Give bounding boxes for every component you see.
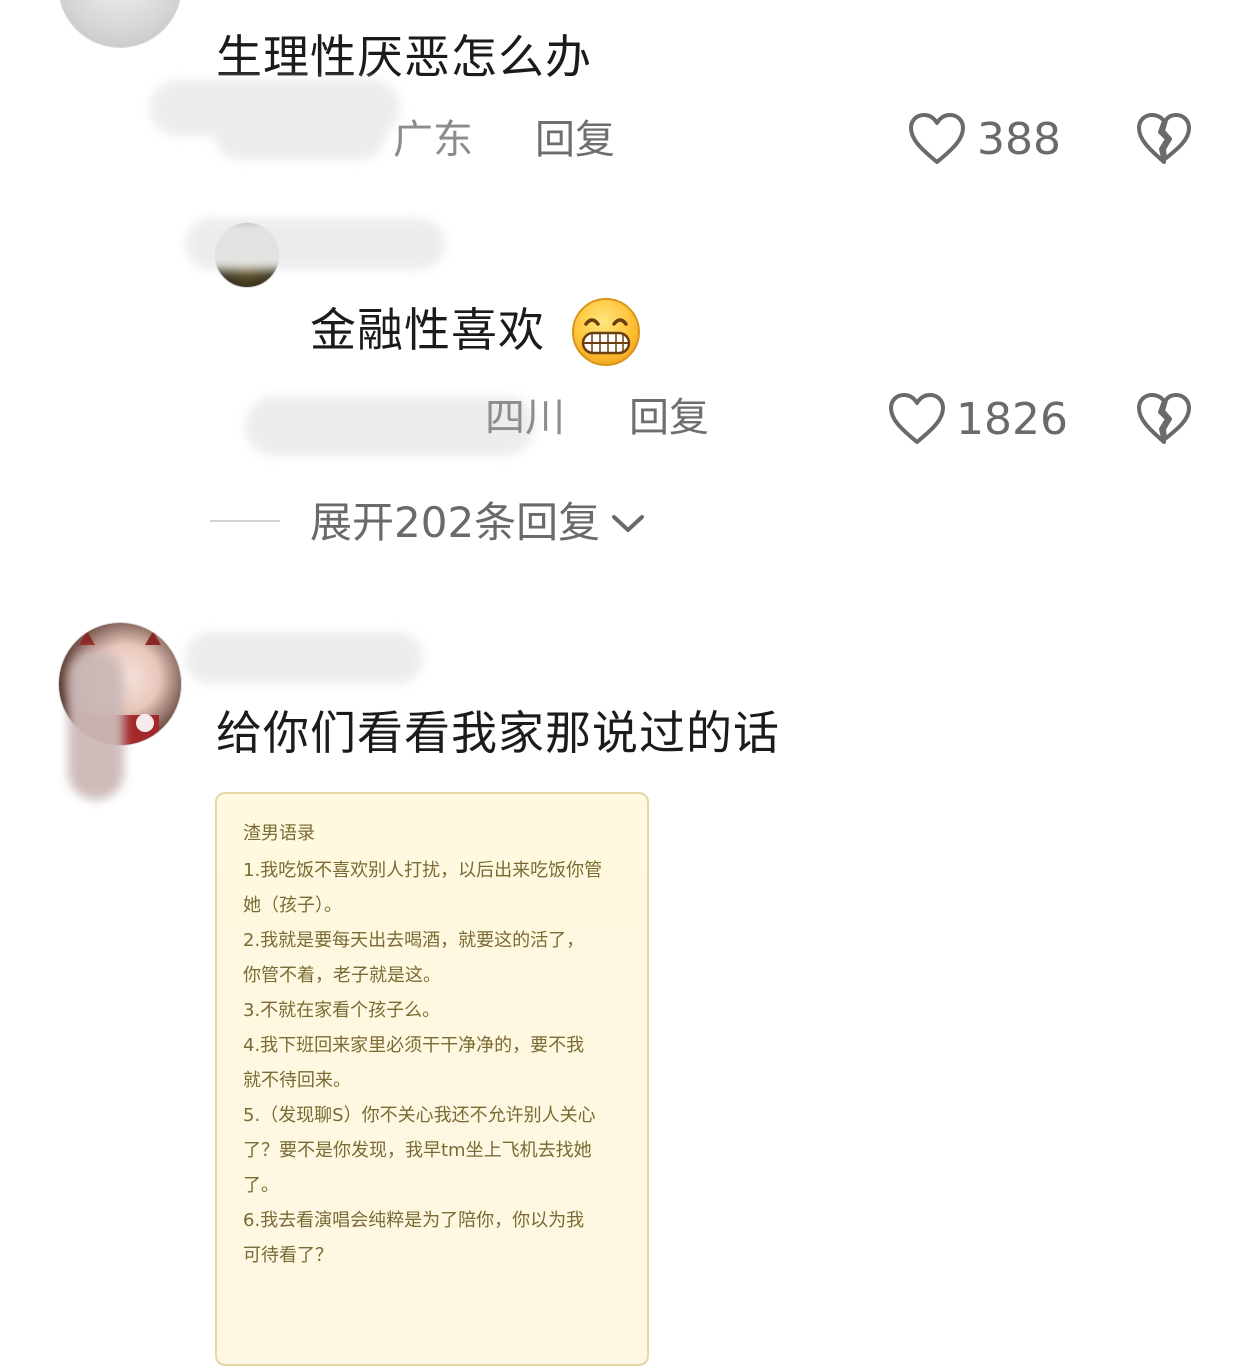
like-button-2[interactable] <box>888 392 948 448</box>
note-line: 6.我去看演唱会纯粹是为了陪你，你以为我 <box>243 1210 585 1231</box>
note-line: 就不待回来。 <box>243 1070 351 1091</box>
dislike-button-1[interactable] <box>1136 112 1194 168</box>
reply-button-2[interactable]: 回复 <box>629 398 709 438</box>
reply-location: 四川 <box>485 395 565 441</box>
note-line: 可待看了？ <box>243 1245 333 1266</box>
like-count-1: 388 <box>977 114 1061 165</box>
redacted-username-3 <box>185 632 423 684</box>
note-line: 你管不着，老子就是这。 <box>243 965 441 986</box>
redacted-overlay <box>68 650 124 800</box>
note-line: 4.我下班回来家里必须干干净净的，要不我 <box>243 1035 585 1056</box>
redacted-username-2 <box>185 218 445 270</box>
note-line: 她（孩子）。 <box>243 895 342 916</box>
note-line: 1.我吃饭不喜欢别人打扰，以后出来吃饭你管 <box>243 860 603 881</box>
like-button-1[interactable] <box>908 112 968 168</box>
note-title: 渣男语录 <box>243 823 315 844</box>
note-line: 2.我就是要每天出去喝酒，就要这的活了， <box>243 930 585 951</box>
note-content: 渣男语录 1.我吃饭不喜欢别人打扰，以后出来吃饭你管 她（孩子）。 2.我就是要… <box>217 794 647 1273</box>
broken-heart-icon <box>1136 113 1192 170</box>
comment-text-2: 给你们看看我家那说过的话 <box>216 706 780 760</box>
note-line: 5.（发现聊S）你不关心我还不允许别人关心 <box>243 1105 596 1126</box>
comment-location-1: 广东 <box>393 117 473 163</box>
heart-outline-icon <box>888 393 946 450</box>
note-line: 了？要不是你发现，我早tm坐上飞机去找她 <box>243 1140 592 1161</box>
heart-outline-icon <box>908 113 966 170</box>
expand-replies-label: 展开202条回复 <box>310 498 601 547</box>
like-count-2: 1826 <box>956 394 1068 445</box>
broken-heart-icon <box>1136 393 1192 450</box>
comment-text-1: 生理性厌恶怎么办 <box>216 30 592 84</box>
avatar-user-1[interactable] <box>58 0 182 48</box>
dislike-button-2[interactable] <box>1136 392 1194 448</box>
expand-replies-button[interactable]: 展开202条回复 <box>310 500 646 546</box>
reply-text: 金融性喜欢 <box>310 303 545 357</box>
redacted-username-1 <box>215 110 385 160</box>
expand-divider <box>210 520 280 522</box>
attached-image-note[interactable]: 渣男语录 1.我吃饭不喜欢别人打扰，以后出来吃饭你管 她（孩子）。 2.我就是要… <box>215 792 649 1366</box>
chevron-down-icon <box>610 511 646 535</box>
reply-button-1[interactable]: 回复 <box>535 120 615 160</box>
note-line: 3.不就在家看个孩子么。 <box>243 1000 441 1021</box>
grin-emoji <box>570 296 642 372</box>
note-line: 了。 <box>243 1175 279 1196</box>
